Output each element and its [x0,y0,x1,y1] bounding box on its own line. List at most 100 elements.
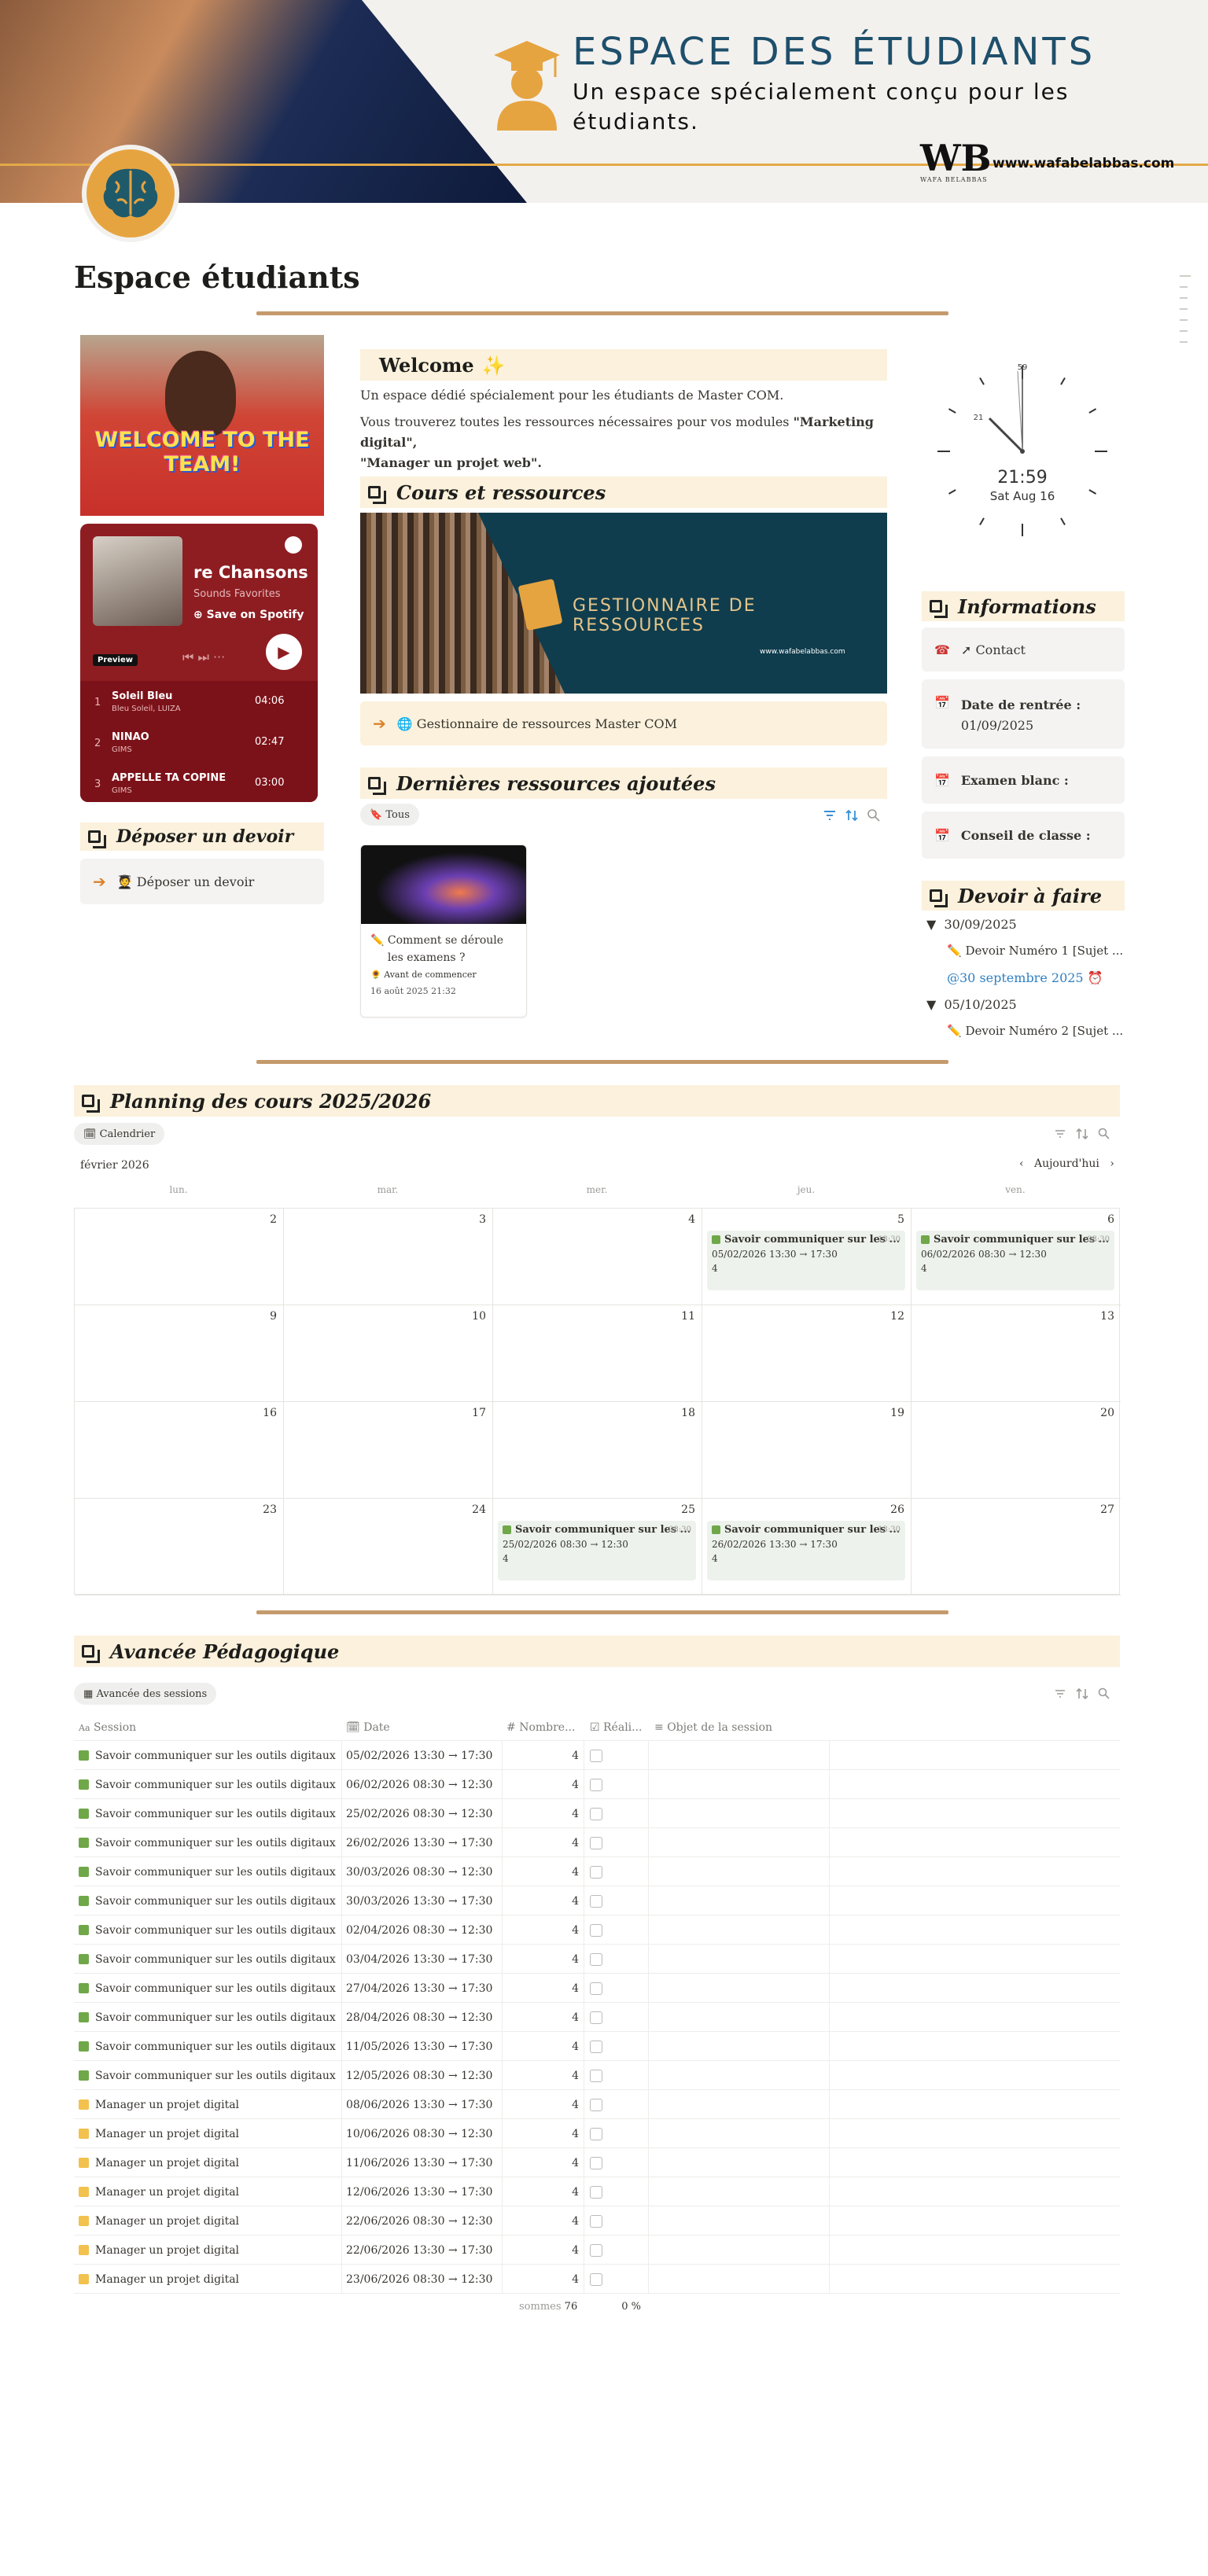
calendar-day[interactable]: 2 [75,1209,284,1305]
realise-checkbox[interactable] [590,1828,602,1857]
col-date[interactable]: 🗓 Date [346,1714,390,1741]
devoir-group-1[interactable]: ▼ 30/09/2025 [926,917,1017,932]
sort-icon[interactable] [1076,1687,1088,1700]
table-row[interactable]: Savoir communiquer sur les outils digita… [74,1857,1120,1886]
realise-checkbox[interactable] [590,2090,602,2119]
table-row[interactable]: Savoir communiquer sur les outils digita… [74,2003,1120,2032]
realise-checkbox[interactable] [590,2236,602,2265]
calendar-day[interactable]: 3 [284,1209,493,1305]
toc-mark[interactable] [1180,308,1188,310]
devoir-group-2[interactable]: ▼ 05/10/2025 [926,997,1017,1012]
table-row[interactable]: Manager un projet digital 22/06/2026 08:3… [74,2206,1120,2236]
toc-mark[interactable] [1180,286,1188,288]
realise-checkbox[interactable] [590,2206,602,2236]
calendar-event[interactable]: Savoir communiquer sur les ... 08:30 06/02… [916,1231,1114,1290]
deposer-link[interactable]: ➔ 🧑‍🎓 Déposer un devoir [80,859,324,904]
track-row[interactable]: 2 NINAO GIMS 02:47 [80,722,318,761]
table-row[interactable]: Savoir communiquer sur les outils digita… [74,1770,1120,1799]
realise-checkbox[interactable] [590,1741,602,1770]
table-row[interactable]: Savoir communiquer sur les outils digita… [74,1915,1120,1945]
calendar-day[interactable]: 6 Savoir communiquer sur les ... 08:30 06/0… [912,1209,1121,1305]
table-row[interactable]: Manager un projet digital 08/06/2026 13:3… [74,2090,1120,2119]
calendar-day[interactable]: 12 [702,1305,912,1402]
calendar-day[interactable]: 17 [284,1402,493,1499]
calendar-day[interactable]: 16 [75,1402,284,1499]
table-row[interactable]: Savoir communiquer sur les outils digita… [74,1886,1120,1915]
calendar-day[interactable]: 5 Savoir communiquer sur les ... 13:30 05/0… [702,1209,912,1305]
realise-checkbox[interactable] [590,1799,602,1828]
table-row[interactable]: Manager un projet digital 12/06/2026 13:3… [74,2177,1120,2206]
calendar-day[interactable]: 18 [493,1402,702,1499]
table-row[interactable]: Savoir communiquer sur les outils digita… [74,1945,1120,1974]
realise-checkbox[interactable] [590,2119,602,2148]
calendar-day[interactable]: 19 [702,1402,912,1499]
col-objet[interactable]: ≡ Objet de la session [654,1714,772,1741]
sort-icon[interactable] [845,808,859,822]
sort-icon[interactable] [1076,1128,1088,1140]
track-row[interactable]: 1 Soleil Bleu Bleu Soleil, LUIZA 04:06 [80,681,318,720]
table-row[interactable]: Savoir communiquer sur les outils digita… [74,1741,1120,1770]
toc-mark[interactable] [1180,297,1188,299]
table-row[interactable]: Savoir communiquer sur les outils digita… [74,2061,1120,2090]
table-row[interactable]: Savoir communiquer sur les outils digita… [74,1974,1120,2003]
calendar-day[interactable]: 10 [284,1305,493,1402]
realise-checkbox[interactable] [590,1857,602,1886]
realise-checkbox[interactable] [590,1945,602,1974]
filter-icon[interactable] [823,808,837,822]
filter-icon[interactable] [1054,1687,1066,1700]
search-icon[interactable] [1098,1687,1110,1700]
table-view-tab[interactable]: ▦ Avancée des sessions [74,1683,217,1705]
realise-checkbox[interactable] [590,2061,602,2090]
calendar-event[interactable]: Savoir communiquer sur les ... 13:30 26/02… [707,1521,905,1581]
track-row[interactable]: 3 APPELLE TA COPINE GIMS 03:00 [80,763,318,802]
filter-icon[interactable] [1054,1128,1066,1140]
table-row[interactable]: Manager un projet digital 23/06/2026 08:3… [74,2265,1120,2294]
resource-card[interactable]: ✏️ Comment se déroule les examens ? 🌻 Av… [360,845,527,1018]
calendar-day[interactable]: 9 [75,1305,284,1402]
table-row[interactable]: Savoir communiquer sur les outils digita… [74,1799,1120,1828]
calendar-day[interactable]: 4 [493,1209,702,1305]
calendar-event[interactable]: Savoir communiquer sur les ... 08:30 25/02… [498,1521,696,1581]
toc-mark[interactable] [1180,341,1188,343]
realise-checkbox[interactable] [590,2265,602,2294]
table-row[interactable]: Manager un projet digital 22/06/2026 13:3… [74,2236,1120,2265]
table-row[interactable]: Savoir communiquer sur les outils digita… [74,1828,1120,1857]
devoir-item-1[interactable]: ✏️ Devoir Numéro 1 [Sujet ... [947,944,1123,958]
view-tous-tab[interactable]: 🔖 Tous [360,804,419,826]
calendar-day[interactable]: 25 Savoir communiquer sur les ... 08:30 25/… [493,1499,702,1595]
table-row[interactable]: Manager un projet digital 10/06/2026 08:3… [74,2119,1120,2148]
realise-checkbox[interactable] [590,2032,602,2061]
spotify-icon[interactable] [285,536,302,554]
calendar-day[interactable]: 13 [912,1305,1121,1402]
col-session[interactable]: Aa Session [79,1714,136,1741]
table-row[interactable]: Savoir communiquer sur les outils digita… [74,2032,1120,2061]
realise-checkbox[interactable] [590,1974,602,2003]
search-icon[interactable] [1098,1128,1110,1140]
toc-mark[interactable] [1180,330,1188,332]
calendar-day[interactable]: 24 [284,1499,493,1595]
realise-checkbox[interactable] [590,2148,602,2177]
calendar-view-tab[interactable]: 🗓 Calendrier [74,1123,165,1145]
calendar-nav[interactable]: ‹ Aujourd'hui › [1019,1157,1114,1170]
devoir-item-2[interactable]: ✏️ Devoir Numéro 2 [Sujet ... [947,1024,1123,1038]
col-realise[interactable]: ☑ Réali... [590,1714,643,1741]
calendar-day[interactable]: 27 [912,1499,1121,1595]
play-button[interactable]: ▶ [266,634,302,670]
realise-checkbox[interactable] [590,2177,602,2206]
realise-checkbox[interactable] [590,1915,602,1945]
toc-mark[interactable] [1180,319,1188,321]
calendar-event[interactable]: Savoir communiquer sur les ... 13:30 05/02… [707,1231,905,1290]
realise-checkbox[interactable] [590,1886,602,1915]
col-nombre[interactable]: # Nombre... [506,1714,575,1741]
contact-link[interactable]: ☎ ➚ Contact [922,627,1125,672]
calendar-day[interactable]: 23 [75,1499,284,1595]
player-controls[interactable]: ⏮ ⏭ ··· [182,650,225,665]
brand-url[interactable]: www.wafabelabbas.com [993,156,1174,171]
search-icon[interactable] [867,808,881,822]
save-on-spotify-button[interactable]: ⊕ Save on Spotify [193,609,304,621]
toc-mark[interactable] [1180,275,1191,277]
devoir-mention[interactable]: @30 septembre 2025 ⏰ [947,970,1103,985]
realise-checkbox[interactable] [590,1770,602,1799]
gestionnaire-link[interactable]: ➔ 🌐 Gestionnaire de ressources Master COM [360,701,887,745]
calendar-day[interactable]: 20 [912,1402,1121,1499]
